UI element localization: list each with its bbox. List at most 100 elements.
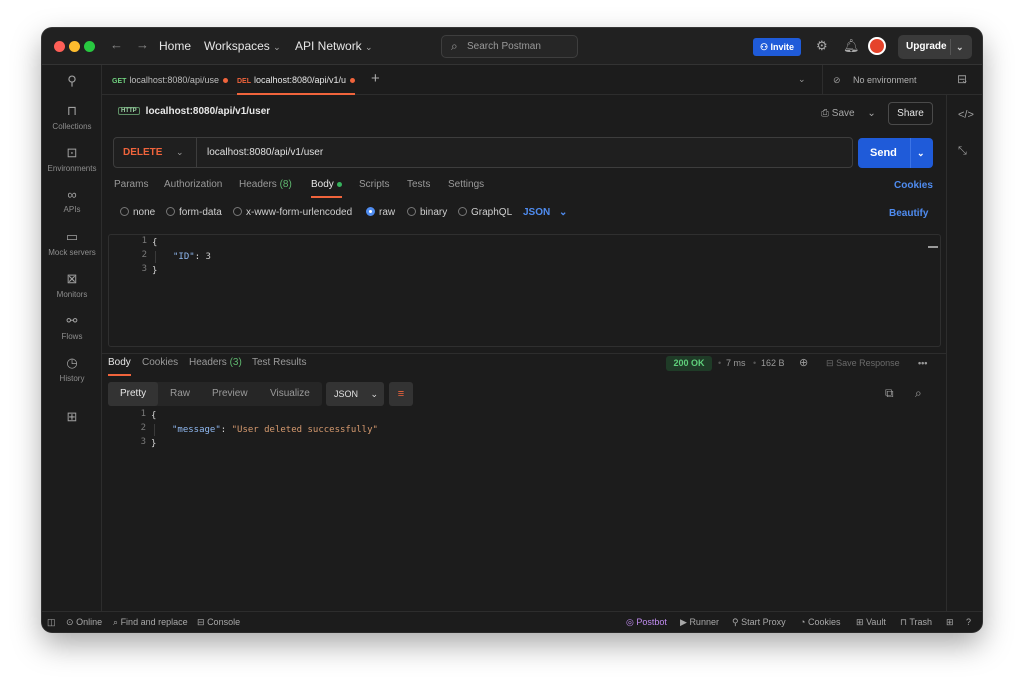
sidebar-item-monitors[interactable]: ⊠ Monitors bbox=[42, 271, 102, 299]
response-format-select[interactable]: JSON ⌄ bbox=[326, 382, 384, 406]
response-tab-headers[interactable]: Headers (3) bbox=[189, 357, 242, 368]
tab-settings[interactable]: Settings bbox=[448, 179, 484, 190]
sidebar-item-account[interactable]: ⚲ bbox=[42, 73, 102, 92]
help-icon[interactable]: ? bbox=[966, 612, 971, 632]
request-body-editor[interactable]: 1 2 3 { "ID": 3 } bbox=[108, 234, 941, 347]
zoom-window-button[interactable] bbox=[84, 41, 95, 52]
upgrade-button[interactable]: Upgrade ⌄ bbox=[898, 35, 972, 59]
response-body-viewer[interactable]: 1 2 3 { "message": "User deleted success… bbox=[108, 408, 929, 608]
view-visualize[interactable]: Visualize bbox=[270, 382, 310, 406]
runner-button[interactable]: ▶ Runner bbox=[680, 612, 719, 632]
vault-button[interactable]: ⊞ Vault bbox=[856, 612, 886, 632]
body-format-select[interactable]: JSON ⌄ bbox=[523, 207, 567, 218]
radio-form-data[interactable]: form-data bbox=[166, 207, 222, 218]
more-options-icon[interactable]: ••• bbox=[918, 358, 927, 368]
code-line: } bbox=[151, 437, 156, 451]
radio-circle-icon bbox=[166, 207, 175, 216]
tab-params[interactable]: Params bbox=[114, 179, 148, 190]
beautify-link[interactable]: Beautify bbox=[889, 208, 928, 219]
radio-graphql[interactable]: GraphQL bbox=[458, 207, 512, 218]
environment-quicklook-icon[interactable]: ⊟ bbox=[957, 72, 967, 86]
online-status[interactable]: ⊙ Online bbox=[66, 612, 102, 632]
send-button[interactable]: Send ⌄ bbox=[858, 138, 933, 168]
tab-body[interactable]: Body bbox=[311, 179, 342, 198]
tab-headers[interactable]: Headers (8) bbox=[239, 179, 292, 190]
unsaved-dot-icon bbox=[350, 78, 356, 84]
trash-button[interactable]: ⊓ Trash bbox=[900, 612, 932, 632]
cookies-link[interactable]: Cookies bbox=[894, 180, 933, 191]
sidebar-item-apis[interactable]: ∞ APIs bbox=[42, 187, 102, 214]
method-select[interactable]: DELETE bbox=[123, 138, 162, 167]
radio-none[interactable]: none bbox=[120, 207, 155, 218]
radio-raw[interactable]: raw bbox=[366, 207, 395, 218]
network-globe-icon[interactable]: ⊕ bbox=[799, 356, 808, 369]
sidebar-item-flows[interactable]: ⚯ Flows bbox=[42, 313, 102, 341]
chevron-down-icon[interactable]: ⌄ bbox=[917, 138, 925, 168]
start-proxy-button[interactable]: ⚲ Start Proxy bbox=[732, 612, 786, 632]
copy-icon[interactable]: ⧉ bbox=[885, 386, 894, 401]
chevron-down-icon[interactable]: ⌄ bbox=[956, 35, 964, 59]
response-view-modes: Pretty Raw Preview Visualize bbox=[108, 382, 322, 406]
new-tab-plus-icon[interactable]: + bbox=[371, 70, 380, 87]
wrap-lines-icon[interactable]: ≡ bbox=[389, 382, 413, 406]
postbot-button[interactable]: ◎ Postbot bbox=[626, 612, 667, 632]
tab-scripts[interactable]: Scripts bbox=[359, 179, 390, 190]
workspaces-label: Workspaces bbox=[204, 39, 270, 53]
home-link[interactable]: Home bbox=[159, 39, 191, 53]
sidebar-item-label: Environments bbox=[47, 164, 97, 173]
cookies-button[interactable]: ◔ Cookies bbox=[800, 612, 840, 632]
sidebar-item-label: Flows bbox=[61, 332, 83, 341]
view-pretty[interactable]: Pretty bbox=[108, 382, 159, 406]
workspaces-menu[interactable]: Workspaces ⌄ bbox=[204, 39, 281, 53]
save-response-button[interactable]: ⊟ Save Response bbox=[826, 358, 900, 369]
tab-tests[interactable]: Tests bbox=[407, 179, 430, 190]
settings-gear-icon[interactable]: ⚙ bbox=[816, 38, 828, 54]
tabs-dropdown-chevron-icon[interactable]: ⌄ bbox=[798, 74, 806, 85]
sidebar-item-collections[interactable]: ⊓ Collections bbox=[42, 103, 102, 131]
back-arrow-icon[interactable]: ← bbox=[110, 37, 123, 52]
sidebar-item-configure[interactable]: ⊞ bbox=[42, 409, 102, 428]
json-value: "User deleted successfully" bbox=[231, 425, 378, 435]
request-title: HTTP localhost:8080/api/v1/user bbox=[118, 106, 270, 117]
user-avatar[interactable] bbox=[868, 37, 886, 55]
invite-button[interactable]: ⚇ Invite bbox=[753, 38, 801, 56]
chevron-down-icon[interactable]: ⌄ bbox=[176, 138, 184, 167]
api-network-menu[interactable]: API Network ⌄ bbox=[295, 39, 373, 53]
share-button[interactable]: Share bbox=[888, 102, 933, 125]
response-tab-body[interactable]: Body bbox=[108, 357, 131, 376]
notifications-bell-icon[interactable]: 🔔︎ bbox=[843, 38, 860, 54]
radio-urlencoded[interactable]: x-www-form-urlencoded bbox=[233, 207, 352, 218]
response-time[interactable]: 7 ms bbox=[726, 358, 746, 368]
save-button[interactable]: ⎙ Save ⌄ bbox=[821, 108, 876, 119]
forward-arrow-icon[interactable]: → bbox=[136, 37, 149, 52]
sidebar-item-mock-servers[interactable]: ▭ Mock servers bbox=[42, 229, 102, 257]
sidebar-item-environments[interactable]: ⊡ Environments bbox=[42, 145, 102, 173]
tab-authorization[interactable]: Authorization bbox=[164, 179, 222, 190]
radio-label: x-www-form-urlencoded bbox=[246, 207, 353, 218]
search-icon[interactable]: ⌕ bbox=[915, 386, 922, 401]
tab-delete-request[interactable]: DEL localhost:8080/api/v1/u bbox=[237, 65, 356, 95]
editor-scrollbar[interactable] bbox=[928, 246, 938, 248]
toggle-sidebar-icon[interactable]: ◫ bbox=[47, 612, 56, 632]
find-replace-button[interactable]: ⌕ Find and replace bbox=[113, 612, 188, 632]
close-window-button[interactable] bbox=[54, 41, 65, 52]
sidebar-item-history[interactable]: ◷ History bbox=[42, 355, 102, 383]
chevron-down-icon[interactable]: ⌄ bbox=[867, 108, 875, 119]
response-size[interactable]: 162 B bbox=[761, 358, 785, 368]
response-tab-cookies[interactable]: Cookies bbox=[142, 357, 178, 368]
search-input[interactable]: ⌕ Search Postman bbox=[441, 35, 578, 58]
minimize-window-button[interactable] bbox=[69, 41, 80, 52]
code-snippet-icon[interactable]: </> bbox=[958, 109, 974, 121]
pane-divider[interactable] bbox=[102, 353, 946, 354]
view-preview[interactable]: Preview bbox=[212, 382, 248, 406]
response-headers-count: (3) bbox=[229, 357, 242, 368]
console-button[interactable]: ⊟ Console bbox=[197, 612, 240, 632]
response-tab-test-results[interactable]: Test Results bbox=[252, 357, 306, 368]
view-raw[interactable]: Raw bbox=[170, 382, 190, 406]
tab-get-request[interactable]: GET localhost:8080/api/use bbox=[112, 65, 228, 95]
layout-grid-icon[interactable]: ⊞ bbox=[946, 612, 954, 632]
radio-binary[interactable]: binary bbox=[407, 207, 447, 218]
status-badge[interactable]: 200 OK bbox=[666, 356, 712, 371]
related-sparkle-icon[interactable]: ⤡ bbox=[958, 145, 967, 158]
url-input[interactable]: localhost:8080/api/v1/user bbox=[207, 138, 323, 167]
